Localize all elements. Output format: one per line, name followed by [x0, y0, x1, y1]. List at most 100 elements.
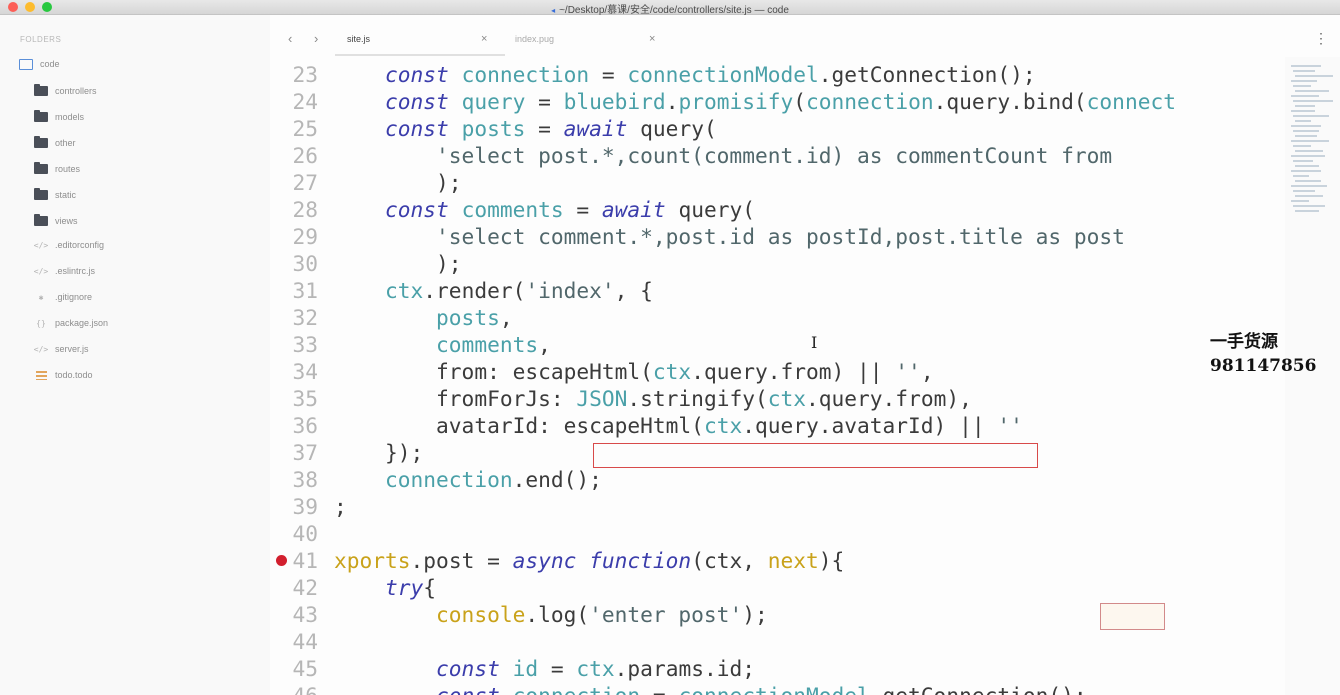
forward-arrow-icon[interactable]: › [314, 31, 318, 46]
code-line[interactable]: 31 ctx.render('index', { [270, 277, 1285, 304]
code-line[interactable]: 40 [270, 520, 1285, 547]
tab-index-pug[interactable]: index.pug × [515, 29, 665, 49]
code-line[interactable]: 36 avatarId: escapeHtml(ctx.query.avatar… [270, 412, 1285, 439]
minimap-line [1291, 80, 1317, 82]
tab-label: site.js [347, 34, 371, 44]
tree-file-editorconfig[interactable]: </> .editorconfig [33, 238, 104, 252]
code-token: ); [742, 602, 768, 627]
window-title: ◂ ~/Desktop/慕课/安全/code/controllers/site.j… [551, 5, 789, 16]
code-line[interactable]: 27 ); [270, 169, 1285, 196]
line-number: 42 [292, 575, 318, 600]
code-token: ){ [818, 548, 845, 573]
code-text: console.log('enter post'); [334, 601, 768, 628]
tree-item-label: server.js [55, 344, 89, 354]
code-text: ); [334, 169, 462, 196]
close-tab-icon[interactable]: × [649, 33, 655, 45]
code-token: const [334, 89, 462, 114]
code-line[interactable]: 37 }); [270, 439, 1285, 466]
tree-folder-controllers[interactable]: controllers [33, 84, 97, 98]
close-tab-icon[interactable]: × [481, 33, 487, 45]
more-options-icon[interactable]: ⋮ [1314, 30, 1328, 47]
line-number: 35 [292, 386, 318, 411]
code-token: comments [461, 197, 564, 222]
code-token: connectionModel [627, 62, 819, 87]
code-line[interactable]: 24 const query = bluebird.promisify(conn… [270, 88, 1285, 115]
code-token: . [665, 89, 679, 114]
code-line[interactable]: 25 const posts = await query( [270, 115, 1285, 142]
code-line[interactable]: 39; [270, 493, 1285, 520]
code-editor[interactable]: 23 const connection = connectionModel.ge… [270, 57, 1285, 695]
code-token: 'select post.*,count(comment.id) as comm… [334, 143, 1113, 168]
code-token: async function [512, 548, 692, 573]
code-token: .post = [410, 548, 513, 573]
code-token: ctx [703, 413, 743, 438]
minimap-line [1293, 160, 1313, 162]
tree-folder-other[interactable]: other [33, 136, 76, 150]
tree-item-label: controllers [55, 86, 97, 96]
code-text: try{ [334, 574, 436, 601]
tree-item-label: package.json [55, 318, 109, 328]
code-line[interactable]: 46 const connection = connectionModel.ge… [270, 682, 1285, 695]
tree-folder-views[interactable]: views [33, 214, 78, 228]
code-token: 'enter post' [589, 602, 743, 627]
code-line[interactable]: 35 fromForJs: JSON.stringify(ctx.query.f… [270, 385, 1285, 412]
code-token: 'index' [525, 278, 615, 303]
code-line[interactable]: 30 ); [270, 250, 1285, 277]
code-token: connection [334, 467, 513, 492]
sidebar: FOLDERS code controllers models other routes… [0, 15, 270, 695]
code-line[interactable]: 38 connection.end(); [270, 466, 1285, 493]
code-text: 'select post.*,count(comment.id) as comm… [334, 142, 1112, 169]
code-token: }); [334, 440, 424, 465]
code-token: ctx [576, 656, 615, 681]
tree-file-todo-todo[interactable]: todo.todo [33, 368, 93, 382]
tree-item-label: .eslintrc.js [55, 266, 96, 276]
code-token: = [589, 62, 628, 87]
code-token: const [334, 197, 462, 222]
minimap-line [1295, 210, 1319, 212]
folder-icon [33, 162, 49, 174]
code-line[interactable]: 41 xports.post = async function(ctx, next… [270, 547, 1285, 574]
code-line[interactable]: 29 'select comment.*,post.id as postId,p… [270, 223, 1285, 250]
tree-folder-models[interactable]: models [33, 110, 84, 124]
minimap-line [1291, 95, 1319, 97]
code-line[interactable]: 32 posts, [270, 304, 1285, 331]
code-token: query( [640, 116, 717, 141]
tree-item-label: views [55, 216, 78, 226]
tree-file-package-json[interactable]: {} package.json [33, 316, 108, 330]
tree-file-eslintrc-js[interactable]: </> .eslintrc.js [33, 264, 95, 278]
code-line[interactable]: 23 const connection = connectionModel.ge… [270, 61, 1285, 88]
code-text: const id = ctx.params.id; [334, 655, 755, 682]
code-line[interactable]: 42 try{ [270, 574, 1285, 601]
code-token: ; [334, 494, 347, 519]
title-bar: ◂ ~/Desktop/慕课/安全/code/controllers/site.j… [0, 0, 1340, 16]
tree-folder-routes[interactable]: routes [33, 162, 80, 176]
tree-file-gitignore[interactable]: ✱ .gitignore [33, 290, 92, 304]
line-number: 39 [292, 494, 318, 519]
code-line[interactable]: 44 [270, 628, 1285, 655]
code-token: xports [334, 548, 411, 573]
tree-item-label: .editorconfig [55, 240, 105, 250]
tree-folder-static[interactable]: static [33, 188, 76, 202]
code-token: = [640, 683, 678, 695]
line-number: 31 [292, 278, 318, 303]
tree-file-server-js[interactable]: </> server.js [33, 342, 89, 356]
minimap-line [1293, 85, 1311, 87]
tree-root-code[interactable]: code [18, 57, 60, 71]
code-line[interactable]: 26 'select post.*,count(comment.id) as c… [270, 142, 1285, 169]
minimap-line [1295, 105, 1315, 107]
code-token: '' [895, 359, 921, 384]
code-line[interactable]: 33 comments, [270, 331, 1285, 358]
folder-icon [33, 84, 49, 96]
code-text: const connection = connectionModel.getCo… [334, 682, 1087, 695]
code-token: ctx [334, 278, 424, 303]
tab-site-js[interactable]: site.js × [347, 29, 497, 49]
code-token: console [334, 602, 526, 627]
tree-item-label: code [40, 59, 60, 69]
tab-label: index.pug [515, 34, 555, 44]
back-arrow-icon[interactable]: ‹ [288, 31, 292, 46]
code-line[interactable]: 28 const comments = await query( [270, 196, 1285, 223]
code-line[interactable]: 34 from: escapeHtml(ctx.query.from) || '… [270, 358, 1285, 385]
code-token: (ctx, [691, 548, 768, 573]
code-token: .query.avatarId) || [742, 413, 998, 438]
code-line[interactable]: 45 const id = ctx.params.id; [270, 655, 1285, 682]
